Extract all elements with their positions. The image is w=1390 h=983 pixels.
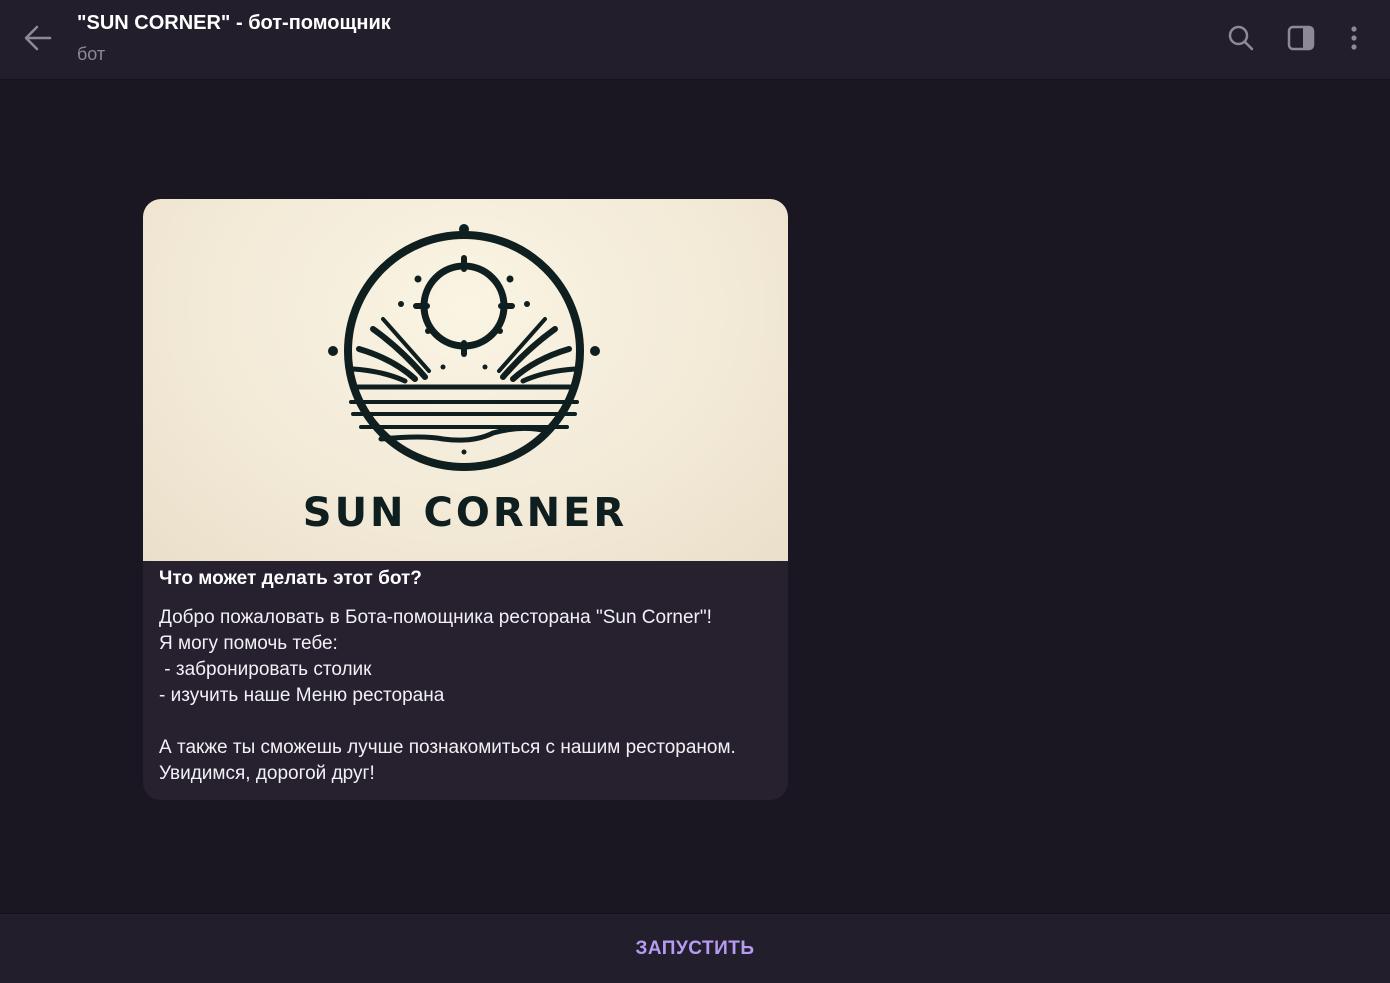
chat-title[interactable]: "SUN CORNER" - бот-помощник <box>77 12 391 35</box>
bot-description-message: SUN CORNER Что может делать этот бот? До… <box>143 199 788 800</box>
sun-corner-logo: SUN CORNER <box>303 224 627 536</box>
bot-description-text: Добро пожаловать в Бота-помощника рестор… <box>159 607 736 784</box>
bottom-bar: ЗАПУСТИТЬ <box>0 913 1390 983</box>
chat-area: SUN CORNER Что может делать этот бот? До… <box>0 81 1390 913</box>
back-button[interactable] <box>14 18 62 62</box>
more-vertical-icon <box>1349 24 1359 57</box>
sidebar-panel-icon <box>1287 24 1315 57</box>
chat-header: "SUN CORNER" - бот-помощник бот <box>0 0 1390 80</box>
back-arrow-icon <box>23 23 53 58</box>
chat-subtitle: бот <box>77 44 106 64</box>
search-button[interactable] <box>1221 20 1261 60</box>
bot-description-heading: Что может делать этот бот? <box>159 568 422 589</box>
search-icon <box>1227 24 1255 57</box>
start-button[interactable]: ЗАПУСТИТЬ <box>615 928 774 970</box>
svg-text:SUN CORNER: SUN CORNER <box>303 490 627 536</box>
more-button[interactable] <box>1334 20 1374 60</box>
sun-corner-logo-image[interactable]: SUN CORNER <box>143 199 788 561</box>
sidebar-toggle-button[interactable] <box>1281 20 1321 60</box>
